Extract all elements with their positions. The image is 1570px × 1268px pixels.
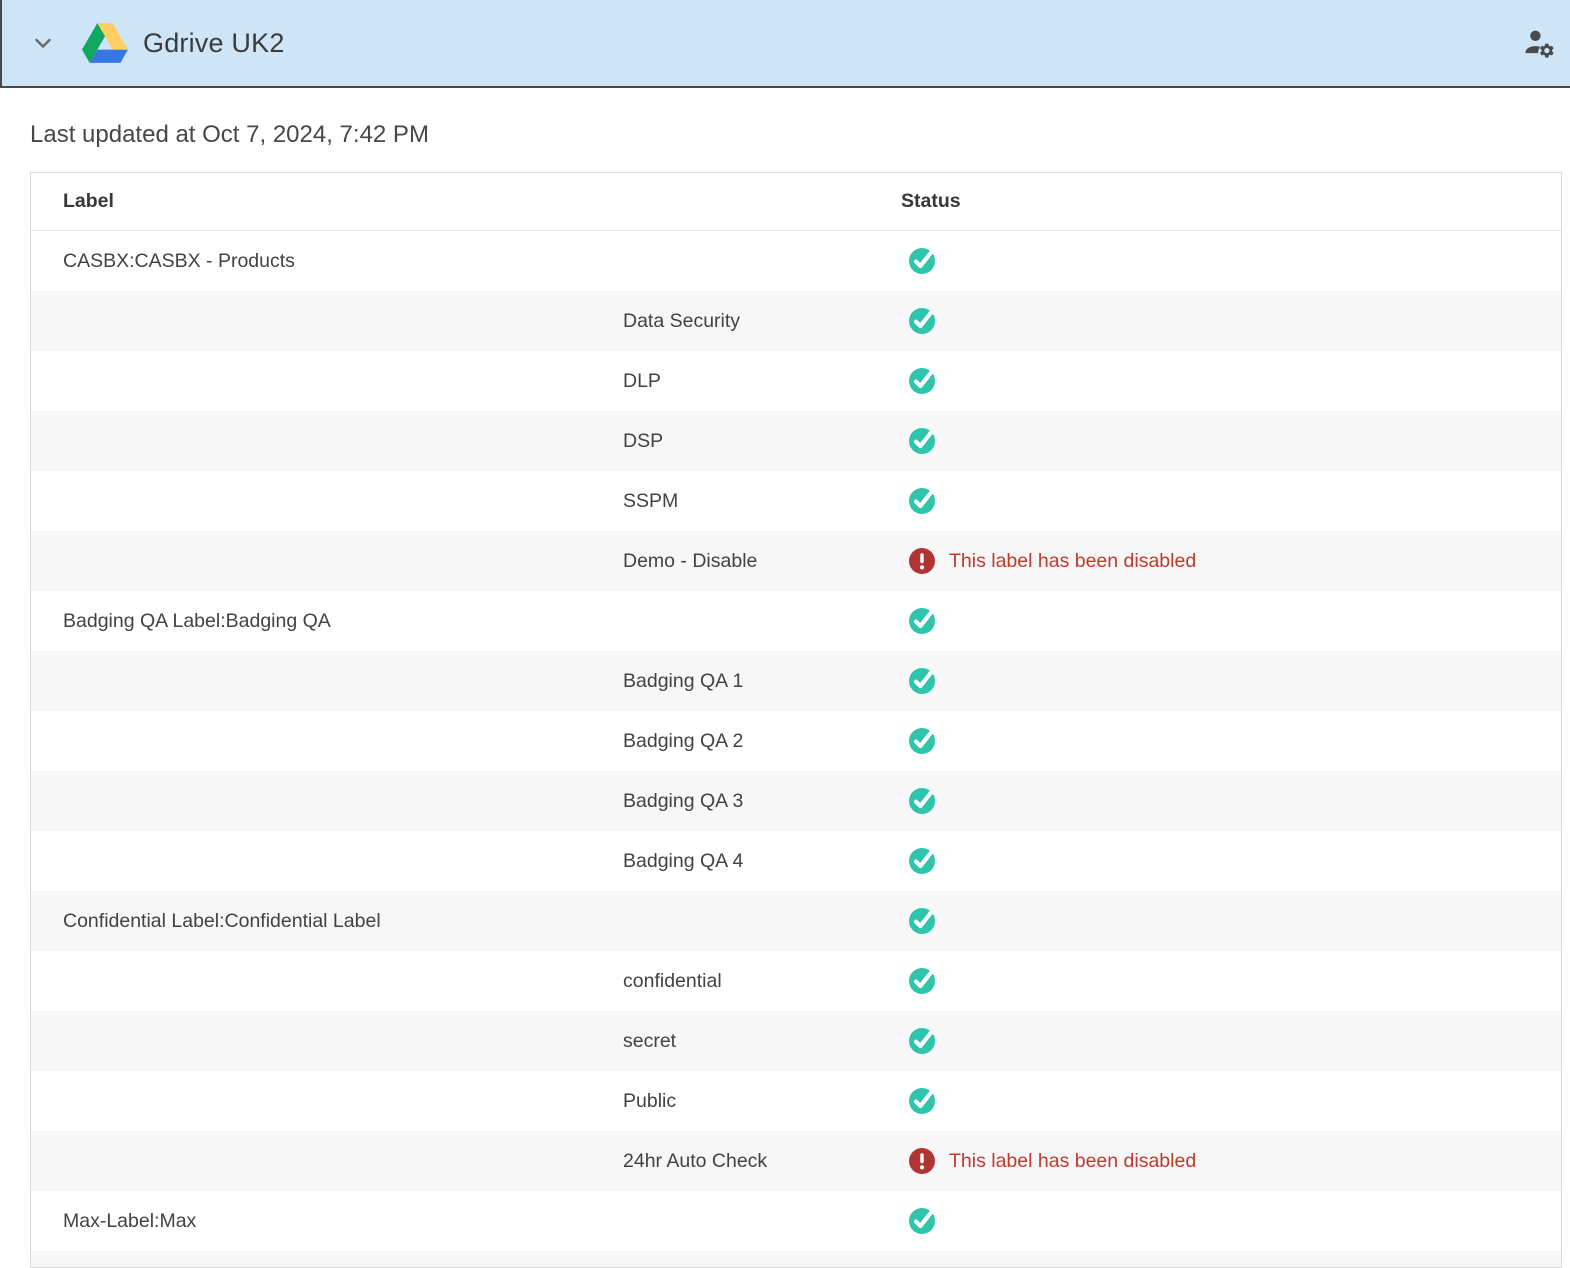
label-text: Badging QA 1 <box>623 670 743 692</box>
label-text: Demo - Disable <box>623 550 757 572</box>
table-row: SSPM <box>31 471 1561 531</box>
label-cell: Badging QA 4 <box>31 850 901 873</box>
status-cell <box>901 247 1561 275</box>
status-cell: This label has been disabled <box>901 1147 1561 1175</box>
enabled-check-icon <box>908 667 936 695</box>
enabled-check-icon <box>908 367 936 395</box>
label-cell: DSP <box>31 430 901 453</box>
label-text: Badging QA 4 <box>623 850 743 872</box>
label-cell: DLP <box>31 370 901 393</box>
enabled-check-icon <box>908 967 936 995</box>
label-cell: Badging QA 2 <box>31 730 901 753</box>
manage-users-icon[interactable] <box>1522 26 1556 60</box>
label-cell: Badging QA 3 <box>31 790 901 813</box>
label-text: Max-Label:Max <box>63 1210 196 1232</box>
label-cell: Badging QA Label:Badging QA <box>31 610 901 633</box>
status-cell <box>901 1207 1561 1235</box>
labels-table: Label Status CASBX:CASBX - Products Data… <box>30 172 1562 1268</box>
label-cell: 24hr Auto Check <box>31 1150 901 1173</box>
status-cell <box>901 967 1561 995</box>
status-cell <box>901 907 1561 935</box>
page-title: Gdrive UK2 <box>143 28 285 59</box>
table-row: Data Security <box>31 291 1561 351</box>
enabled-check-icon <box>908 727 936 755</box>
column-header-status: Status <box>901 190 1561 213</box>
label-text: Badging QA Label:Badging QA <box>63 610 331 632</box>
label-text: Data Security <box>623 310 740 332</box>
status-cell: This label has been disabled <box>901 547 1561 575</box>
label-cell: SSPM <box>31 490 901 513</box>
status-cell <box>901 787 1561 815</box>
label-text: SSPM <box>623 490 678 512</box>
status-cell <box>901 667 1561 695</box>
label-text: DSP <box>623 430 663 452</box>
enabled-check-icon <box>908 607 936 635</box>
main-content: Last updated at Oct 7, 2024, 7:42 PM Lab… <box>0 121 1570 1268</box>
label-cell: secret <box>31 1030 901 1053</box>
label-text: Badging QA 2 <box>623 730 743 752</box>
table-body: CASBX:CASBX - Products Data Security DLP <box>31 231 1561 1267</box>
label-text: DLP <box>623 370 661 392</box>
status-cell <box>901 367 1561 395</box>
enabled-check-icon <box>908 847 936 875</box>
label-cell: Badging QA 1 <box>31 670 901 693</box>
table-row: Confidential Label:Confidential Label <box>31 891 1561 951</box>
label-text: secret <box>623 1030 676 1052</box>
table-row: Demo - Disable This label has been disab… <box>31 531 1561 591</box>
label-cell: confidential <box>31 970 901 993</box>
table-row: DLP <box>31 351 1561 411</box>
status-cell <box>901 847 1561 875</box>
enabled-check-icon <box>908 307 936 335</box>
enabled-check-icon <box>908 787 936 815</box>
enabled-check-icon <box>908 487 936 515</box>
table-row: DSP <box>31 411 1561 471</box>
google-drive-icon <box>82 23 128 63</box>
status-cell <box>901 427 1561 455</box>
table-row: Badging QA 2 <box>31 711 1561 771</box>
label-text: 24hr Auto Check <box>623 1150 767 1172</box>
status-cell <box>901 727 1561 755</box>
label-text: confidential <box>623 970 722 992</box>
label-text: Public <box>623 1090 676 1112</box>
column-header-label: Label <box>31 190 901 213</box>
collapse-chevron-icon[interactable] <box>30 30 56 56</box>
table-row: Badging QA 4 <box>31 831 1561 891</box>
table-row: Public <box>31 1071 1561 1131</box>
label-cell: Public <box>31 1090 901 1113</box>
disabled-message: This label has been disabled <box>949 1150 1196 1173</box>
label-cell: Data Security <box>31 310 901 333</box>
enabled-check-icon <box>908 247 936 275</box>
table-row: CASBX:CASBX - Products <box>31 231 1561 291</box>
enabled-check-icon <box>908 907 936 935</box>
enabled-check-icon <box>908 1087 936 1115</box>
label-cell: Demo - Disable <box>31 550 901 573</box>
enabled-check-icon <box>908 1027 936 1055</box>
label-cell: Max-Label:Max <box>31 1210 901 1233</box>
status-cell <box>901 607 1561 635</box>
disabled-error-icon <box>908 1147 936 1175</box>
label-text: Confidential Label:Confidential Label <box>63 910 381 932</box>
last-updated-text: Last updated at Oct 7, 2024, 7:42 PM <box>30 121 1562 149</box>
table-row: 24hr Auto Check This label has been disa… <box>31 1131 1561 1191</box>
label-text: Badging QA 3 <box>623 790 743 812</box>
status-cell <box>901 1087 1561 1115</box>
table-row: secret <box>31 1011 1561 1071</box>
table-header-row: Label Status <box>31 173 1561 231</box>
panel-header: Gdrive UK2 <box>0 0 1570 88</box>
enabled-check-icon <box>908 427 936 455</box>
table-row: Max-Label:Max <box>31 1191 1561 1251</box>
label-text: CASBX:CASBX - Products <box>63 250 295 272</box>
enabled-check-icon <box>908 1207 936 1235</box>
status-cell <box>901 487 1561 515</box>
status-cell <box>901 1027 1561 1055</box>
disabled-message: This label has been disabled <box>949 550 1196 573</box>
status-cell <box>901 307 1561 335</box>
table-row: Badging QA 1 <box>31 651 1561 711</box>
label-cell: CASBX:CASBX - Products <box>31 250 901 273</box>
label-cell: Confidential Label:Confidential Label <box>31 910 901 933</box>
table-row: Badging QA 3 <box>31 771 1561 831</box>
table-row: confidential <box>31 951 1561 1011</box>
table-row: Badging QA Label:Badging QA <box>31 591 1561 651</box>
disabled-error-icon <box>908 547 936 575</box>
